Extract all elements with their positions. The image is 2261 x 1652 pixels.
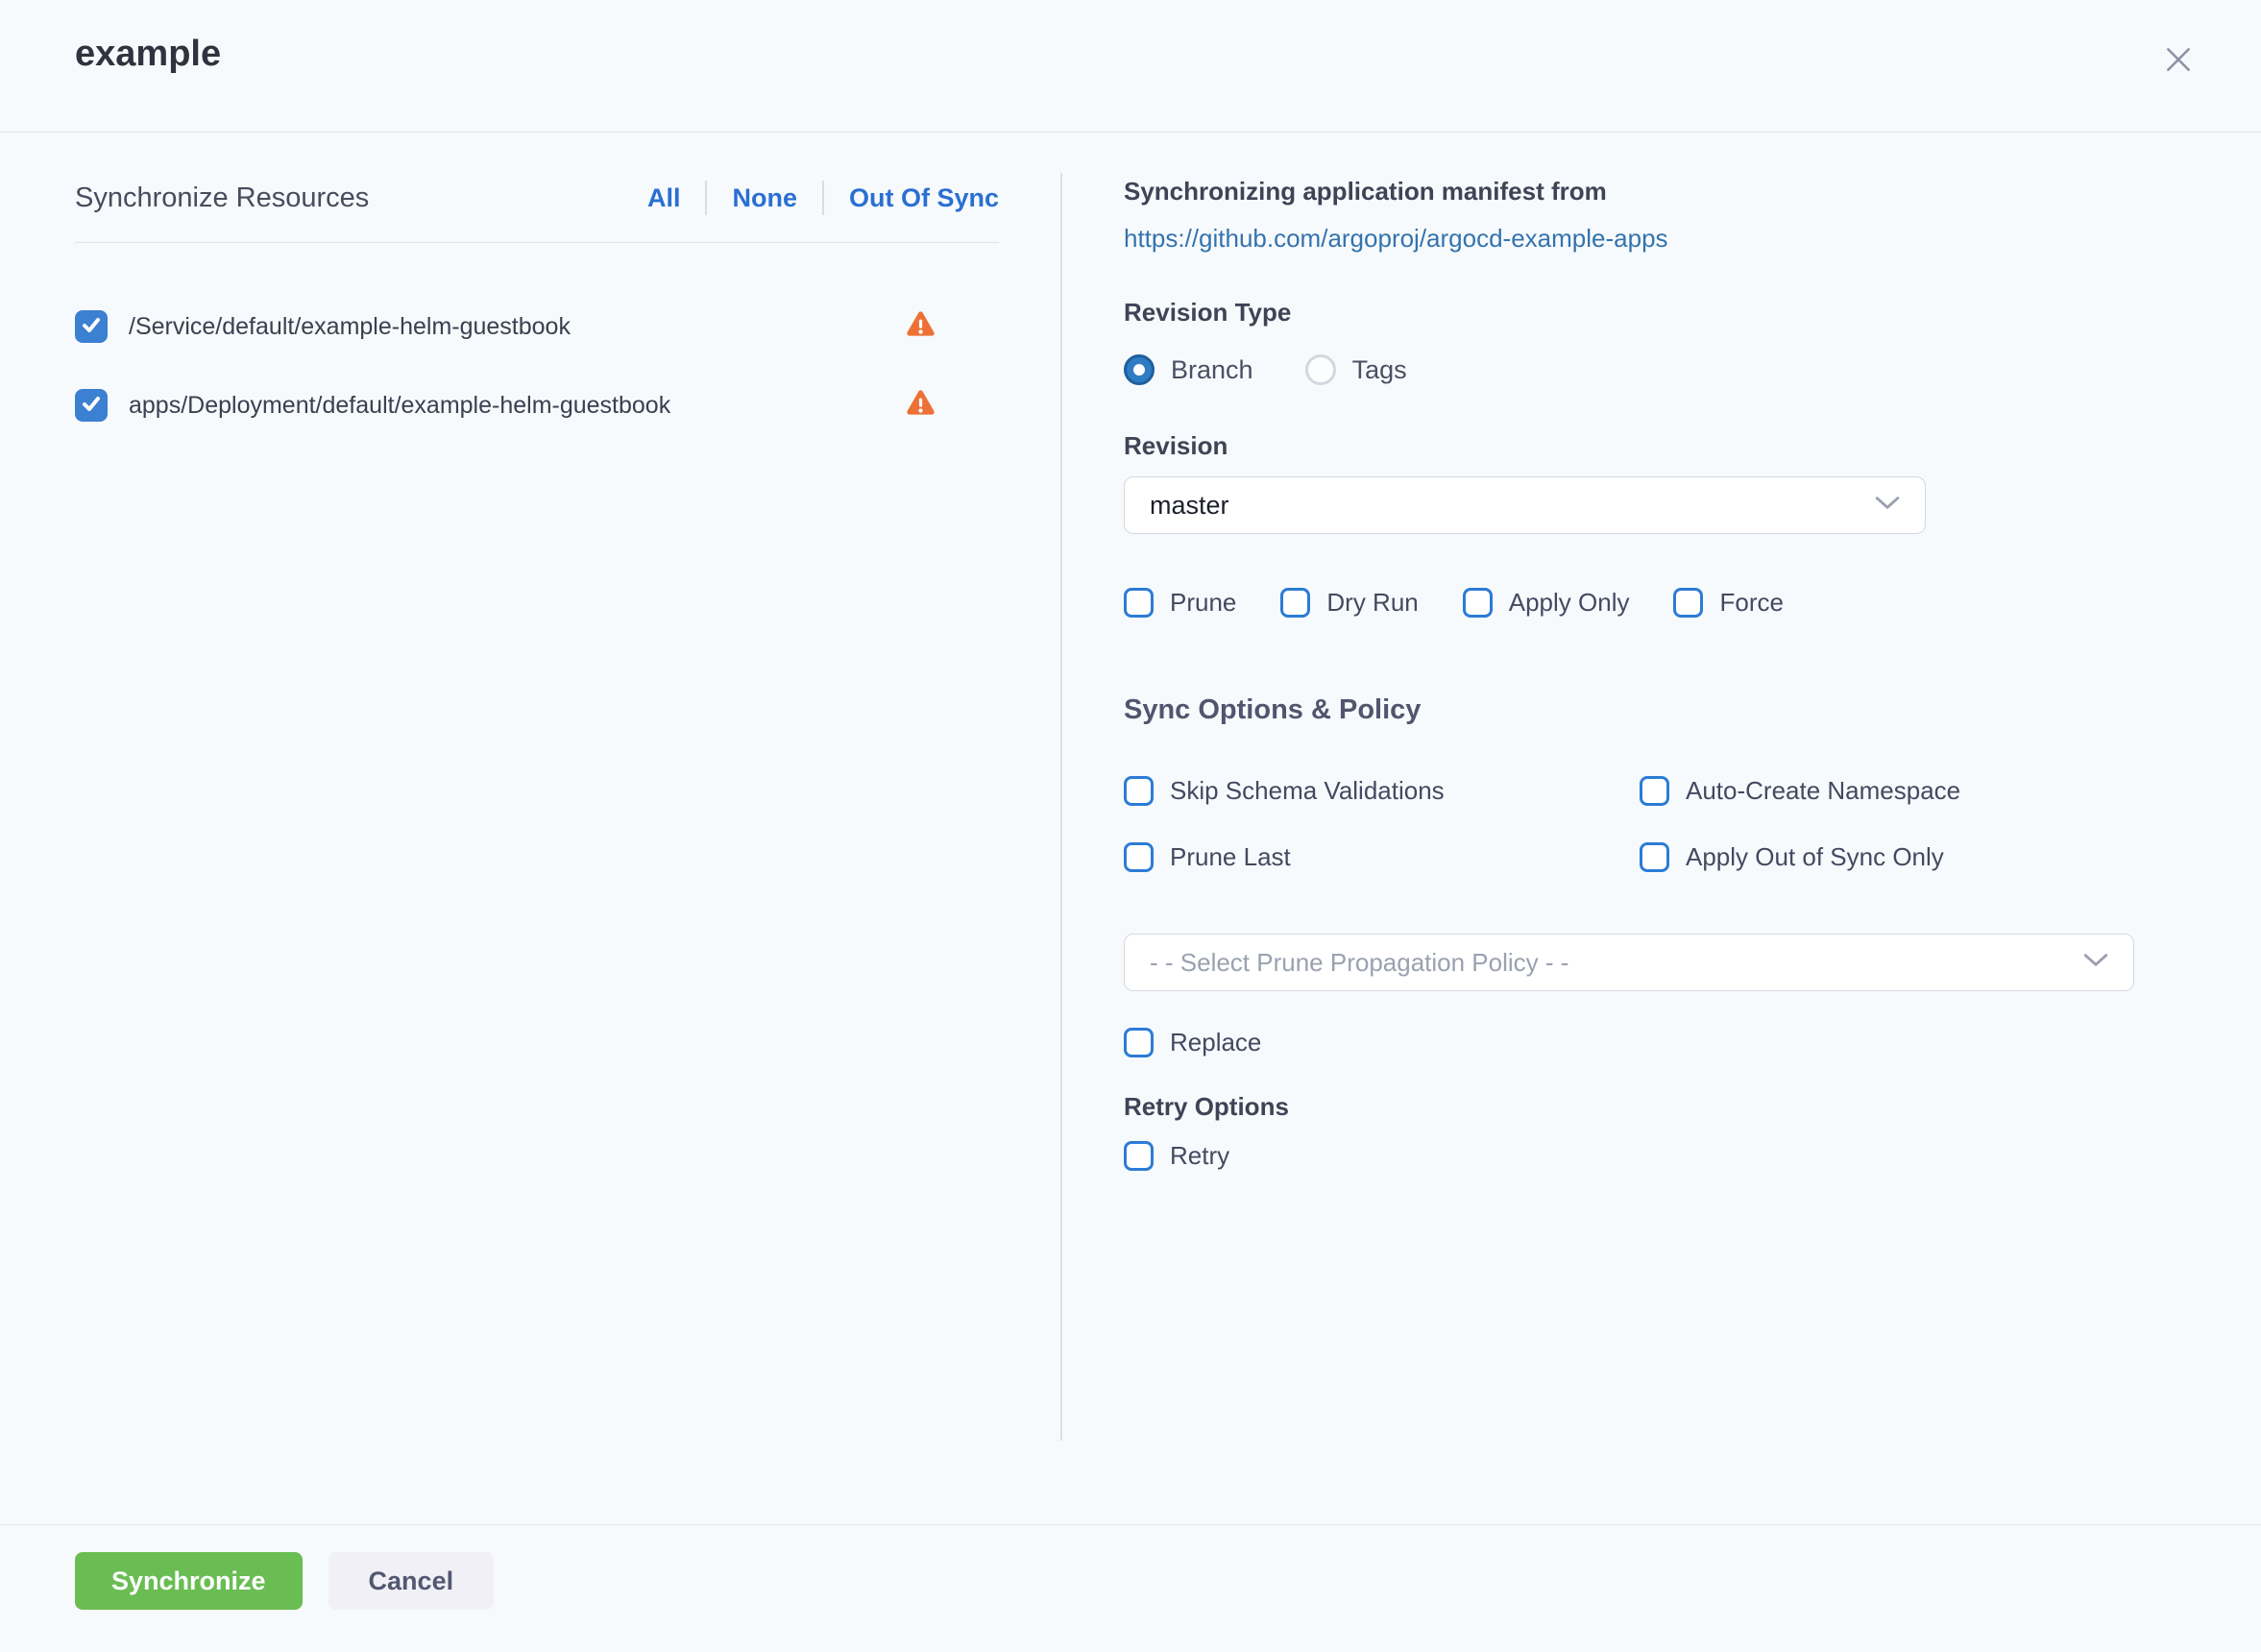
resource-status xyxy=(906,389,999,422)
synchronize-button[interactable]: Synchronize xyxy=(75,1552,303,1610)
skip-schema-validations-label: Skip Schema Validations xyxy=(1170,776,1445,806)
column-divider xyxy=(1060,173,1062,1441)
dry-run-option[interactable]: Dry Run xyxy=(1280,588,1418,618)
chevron-down-icon xyxy=(2083,953,2108,973)
replace-checkbox[interactable] xyxy=(1124,1028,1154,1057)
cancel-button[interactable]: Cancel xyxy=(328,1552,495,1610)
dialog-header: example xyxy=(0,0,2261,133)
branch-radio-label: Branch xyxy=(1171,355,1253,385)
prune-checkbox[interactable] xyxy=(1124,588,1154,618)
resource-checkbox[interactable] xyxy=(75,389,108,422)
prune-label: Prune xyxy=(1170,588,1236,618)
sync-flags-row: Prune Dry Run Apply Only xyxy=(1124,588,2234,618)
manifest-repo-link[interactable]: https://github.com/argoproj/argocd-examp… xyxy=(1124,224,1668,254)
tags-radio-label: Tags xyxy=(1352,355,1407,385)
revision-type-label: Revision Type xyxy=(1124,298,2234,328)
dialog-content: Synchronize Resources All None Out Of Sy… xyxy=(0,133,2261,1524)
checkmark-icon xyxy=(1129,590,1150,616)
replace-option[interactable]: Replace xyxy=(1124,1028,2234,1057)
auto-create-namespace-checkbox[interactable] xyxy=(1640,776,1669,806)
revision-type-group: Branch Tags xyxy=(1124,354,2234,385)
revision-select[interactable]: master xyxy=(1124,476,1926,534)
dry-run-checkbox[interactable] xyxy=(1280,588,1310,618)
close-button[interactable] xyxy=(2157,38,2200,84)
warning-icon xyxy=(906,310,936,343)
checkmark-icon xyxy=(80,313,103,341)
resource-checkbox[interactable] xyxy=(75,310,108,343)
force-checkbox[interactable] xyxy=(1673,588,1703,618)
close-icon xyxy=(2163,63,2194,78)
replace-row: Replace xyxy=(1124,1028,2234,1057)
sync-dialog: example Synchronize Resources All None O… xyxy=(0,0,2261,1652)
prune-last-label: Prune Last xyxy=(1170,842,1291,872)
resource-status xyxy=(906,310,999,343)
apply-only-option[interactable]: Apply Only xyxy=(1463,588,1630,618)
dry-run-label: Dry Run xyxy=(1326,588,1418,618)
retry-options-heading: Retry Options xyxy=(1124,1092,2234,1122)
tags-radio[interactable] xyxy=(1305,354,1336,385)
prune-last-option[interactable]: Prune Last xyxy=(1124,842,1640,872)
filter-separator xyxy=(705,181,707,215)
branch-radio[interactable] xyxy=(1124,354,1155,385)
auto-create-namespace-option[interactable]: Auto-Create Namespace xyxy=(1640,776,2234,806)
revision-select-value: master xyxy=(1150,491,1229,521)
checkmark-icon xyxy=(1129,1030,1150,1056)
sync-options-panel: Synchronizing application manifest from … xyxy=(1124,133,2261,1524)
resource-label: /Service/default/example-helm-guestbook xyxy=(129,313,906,341)
revision-label: Revision xyxy=(1124,431,2234,461)
apply-only-checkbox[interactable] xyxy=(1463,588,1493,618)
sync-options-grid: Skip Schema Validations Auto-Create Name… xyxy=(1124,776,2234,872)
checkmark-icon xyxy=(1467,590,1488,616)
checkmark-icon xyxy=(1285,590,1306,616)
force-label: Force xyxy=(1719,588,1783,618)
filter-out-of-sync-link[interactable]: Out Of Sync xyxy=(849,183,999,213)
radio-option-branch[interactable]: Branch xyxy=(1124,354,1253,385)
prune-propagation-policy-placeholder: - - Select Prune Propagation Policy - - xyxy=(1150,948,1568,978)
resources-heading: Synchronize Resources xyxy=(75,182,369,214)
checkmark-icon xyxy=(1644,844,1665,870)
apply-out-of-sync-only-option[interactable]: Apply Out of Sync Only xyxy=(1640,842,2234,872)
retry-label: Retry xyxy=(1170,1141,1229,1171)
apply-out-of-sync-only-label: Apply Out of Sync Only xyxy=(1686,842,1944,872)
prune-option[interactable]: Prune xyxy=(1124,588,1236,618)
apply-out-of-sync-only-checkbox[interactable] xyxy=(1640,842,1669,872)
replace-label: Replace xyxy=(1170,1028,1261,1057)
retry-row: Retry xyxy=(1124,1141,2234,1171)
checkmark-icon xyxy=(1129,1143,1150,1169)
apply-only-label: Apply Only xyxy=(1509,588,1630,618)
page-title: example xyxy=(75,33,221,75)
chevron-down-icon xyxy=(1875,496,1900,516)
checkmark-icon xyxy=(1678,590,1699,616)
radio-option-tags[interactable]: Tags xyxy=(1305,354,1407,385)
prune-last-checkbox[interactable] xyxy=(1124,842,1154,872)
filter-all-link[interactable]: All xyxy=(647,183,681,213)
resource-row: apps/Deployment/default/example-helm-gue… xyxy=(75,389,999,422)
prune-propagation-policy-select[interactable]: - - Select Prune Propagation Policy - - xyxy=(1124,934,2134,991)
manifest-source-label: Synchronizing application manifest from xyxy=(1124,177,2234,206)
resource-filters: All None Out Of Sync xyxy=(647,181,999,215)
warning-icon xyxy=(906,389,936,422)
retry-checkbox[interactable] xyxy=(1124,1141,1154,1171)
retry-option[interactable]: Retry xyxy=(1124,1141,2234,1171)
skip-schema-validations-checkbox[interactable] xyxy=(1124,776,1154,806)
filter-separator xyxy=(822,181,824,215)
force-option[interactable]: Force xyxy=(1673,588,1783,618)
resource-label: apps/Deployment/default/example-helm-gue… xyxy=(129,392,906,420)
dialog-footer: Synchronize Cancel xyxy=(0,1524,2261,1652)
checkmark-icon xyxy=(1129,844,1150,870)
checkmark-icon xyxy=(1129,778,1150,804)
sync-options-heading: Sync Options & Policy xyxy=(1124,694,2234,726)
auto-create-namespace-label: Auto-Create Namespace xyxy=(1686,776,1960,806)
skip-schema-validations-option[interactable]: Skip Schema Validations xyxy=(1124,776,1640,806)
checkmark-icon xyxy=(1644,778,1665,804)
resources-header: Synchronize Resources All None Out Of Sy… xyxy=(75,181,999,243)
filter-none-link[interactable]: None xyxy=(732,183,797,213)
resource-row: /Service/default/example-helm-guestbook xyxy=(75,310,999,343)
checkmark-icon xyxy=(80,392,103,420)
resources-panel: Synchronize Resources All None Out Of Sy… xyxy=(75,133,999,1524)
